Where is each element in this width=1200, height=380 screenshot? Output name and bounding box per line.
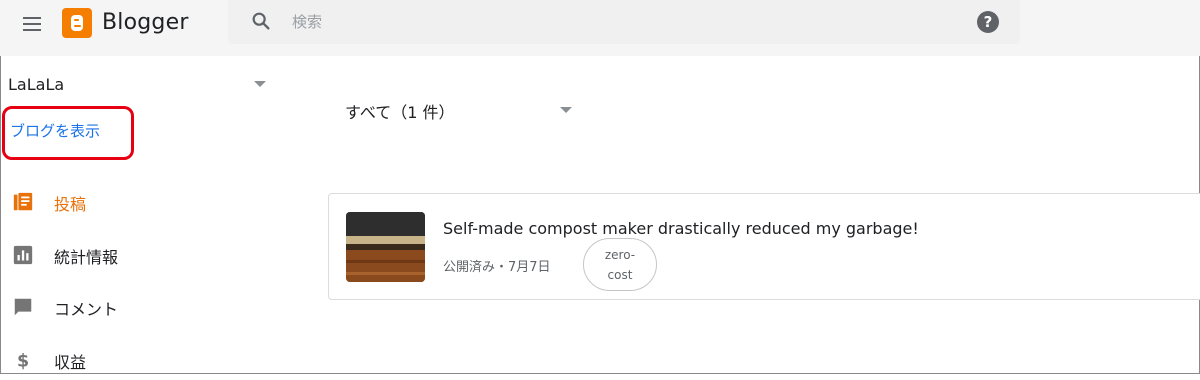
sidebar-item-stats[interactable]: 統計情報 bbox=[0, 235, 270, 275]
search-input[interactable] bbox=[290, 8, 854, 36]
sidebar-item-label: 収益 bbox=[54, 353, 87, 372]
comment-icon bbox=[14, 298, 32, 316]
label-line: cost bbox=[607, 268, 633, 282]
filter-label: すべて（1 件） bbox=[345, 103, 455, 122]
top-bar: Blogger ? bbox=[0, 0, 1200, 56]
sidebar-item-earnings[interactable]: $ 収益 bbox=[0, 340, 270, 380]
post-title[interactable]: Self-made compost maker drastically redu… bbox=[443, 219, 919, 238]
view-blog-link[interactable]: ブログを表示 bbox=[10, 120, 100, 141]
dropdown-caret-icon bbox=[254, 81, 266, 87]
blogger-logo-icon[interactable] bbox=[62, 8, 92, 38]
post-list-item[interactable] bbox=[328, 193, 1200, 300]
post-thumbnail[interactable] bbox=[346, 212, 425, 282]
help-icon[interactable]: ? bbox=[977, 11, 999, 33]
svg-text:$: $ bbox=[17, 351, 29, 371]
blog-selector[interactable]: LaLaLa bbox=[8, 73, 270, 99]
blog-name: LaLaLa bbox=[8, 75, 65, 94]
hamburger-menu-icon[interactable] bbox=[20, 12, 46, 36]
sidebar-item-label: 統計情報 bbox=[54, 248, 119, 267]
posts-icon bbox=[13, 192, 33, 211]
dropdown-caret-icon bbox=[560, 107, 572, 113]
post-filter-dropdown[interactable]: すべて（1 件） bbox=[345, 97, 580, 125]
dollar-icon: $ bbox=[17, 351, 29, 371]
post-label-chip[interactable]: zero- cost bbox=[583, 238, 657, 291]
post-status-date: 公開済み・7月7日 bbox=[443, 260, 551, 275]
stats-icon bbox=[13, 245, 33, 265]
sidebar-item-comments[interactable]: コメント bbox=[0, 287, 270, 327]
search-icon[interactable] bbox=[250, 10, 272, 32]
app-title[interactable]: Blogger bbox=[102, 10, 189, 35]
label-line: zero- bbox=[604, 248, 636, 262]
sidebar-item-posts[interactable]: 投稿 bbox=[0, 182, 270, 222]
sidebar-item-label: 投稿 bbox=[54, 195, 87, 214]
sidebar-item-label: コメント bbox=[54, 300, 119, 319]
